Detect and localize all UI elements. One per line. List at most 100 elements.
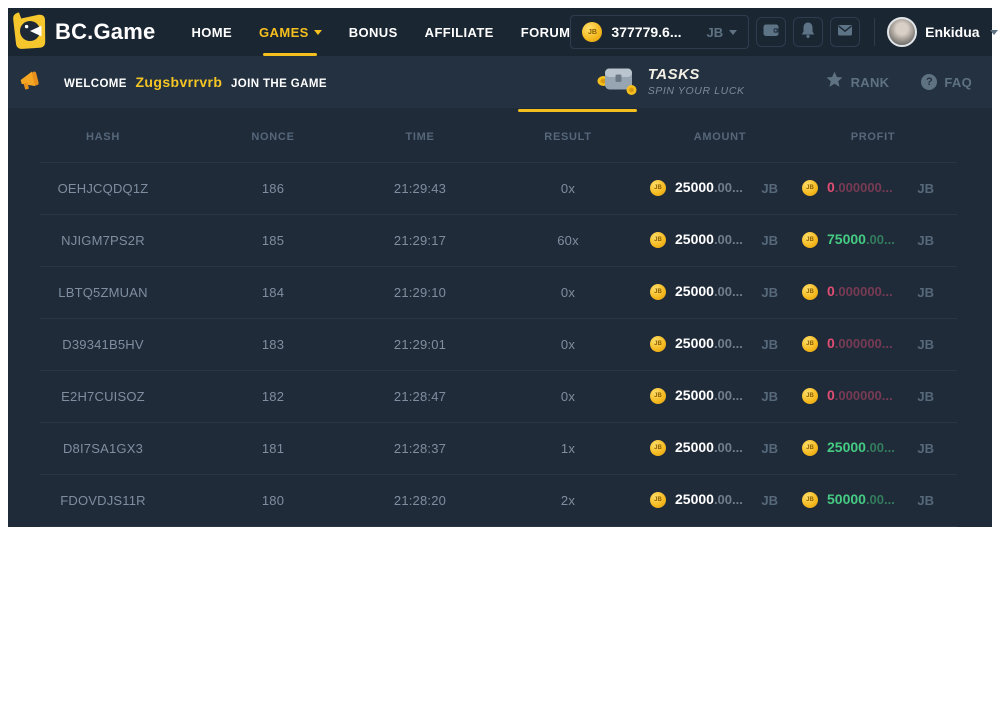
wallet-icon (761, 20, 781, 45)
banner-actions: TASKS SPIN YOUR LUCK RANK ? FAQ (596, 63, 978, 102)
nav-item-games[interactable]: GAMES (259, 8, 322, 56)
amount-value: 25000.00... (675, 283, 743, 301)
amount-value: 25000.00... (675, 387, 743, 405)
time-cell: 21:28:47 (348, 389, 492, 404)
balance-selector[interactable]: JB 377779.6... JB (570, 15, 749, 49)
top-nav: BC.Game HOME GAMES BONUS AFFILIATE FORUM… (8, 8, 992, 56)
profit-value: 25000.00... (827, 439, 895, 457)
tasks-title: TASKS (648, 66, 745, 85)
nav-item-games-label: GAMES (259, 25, 309, 40)
amount-main: 25000 (675, 231, 714, 247)
jb-coin-label: JB (654, 341, 662, 347)
amount-main: 25000 (675, 491, 714, 507)
jb-coin-icon: JB (802, 492, 818, 508)
jb-coin-label: JB (806, 237, 814, 243)
jb-coin-label: JB (654, 445, 662, 451)
nonce-cell: 180 (198, 493, 348, 508)
amount-main: 25000 (675, 179, 714, 195)
amount-main: 25000 (675, 439, 714, 455)
jb-coin-icon: JB (802, 440, 818, 456)
treasure-chest-icon (596, 63, 638, 102)
jb-coin-icon: JB (802, 336, 818, 352)
table-row[interactable]: NJIGM7PS2R 185 21:29:17 60x JB 25000.00.… (8, 214, 992, 266)
profit-main: 0 (827, 387, 835, 403)
table-rows: OEHJCQDQ1Z 186 21:29:43 0x JB 25000.00..… (8, 162, 992, 527)
jb-coin-icon: JB (650, 232, 666, 248)
welcome-username: Zugsbvrrvrb (135, 74, 222, 90)
user-menu[interactable]: Enkidua (887, 17, 997, 47)
nav-item-bonus[interactable]: BONUS (349, 8, 398, 56)
jb-coin-icon: JB (802, 180, 818, 196)
header-profit: PROFIT (796, 131, 992, 143)
hash-cell: OEHJCQDQ1Z (8, 181, 198, 196)
profit-cell: JB 0.000000... JB (796, 335, 992, 353)
profit-value: 0.000000... (827, 387, 893, 405)
amount-cell: JB 25000.00... JB (644, 335, 796, 353)
nav-item-home[interactable]: HOME (191, 8, 232, 56)
profit-cell: JB 0.000000... JB (796, 179, 992, 197)
nav-item-affiliate[interactable]: AFFILIATE (425, 8, 494, 56)
amount-currency: JB (761, 285, 778, 300)
header-hash: HASH (8, 131, 198, 143)
profit-currency: JB (917, 389, 934, 404)
nonce-cell: 185 (198, 233, 348, 248)
nonce-cell: 181 (198, 441, 348, 456)
tasks-text: TASKS SPIN YOUR LUCK (648, 66, 745, 98)
profit-decimals: .00... (866, 492, 895, 507)
amount-decimals: .00... (714, 492, 743, 507)
profit-cell: JB 75000.00... JB (796, 231, 992, 249)
jb-coin-label: JB (654, 289, 662, 295)
brand-logo[interactable]: BC.Game (12, 11, 155, 54)
faq-label: FAQ (944, 75, 972, 90)
amount-decimals: .00... (714, 336, 743, 351)
profit-cell: JB 0.000000... JB (796, 387, 992, 405)
table-row[interactable]: E2H7CUISOZ 182 21:28:47 0x JB 25000.00..… (8, 370, 992, 422)
nav-item-forum[interactable]: FORUM (521, 8, 571, 56)
profit-decimals: .000000... (835, 284, 893, 299)
profit-value: 0.000000... (827, 179, 893, 197)
profit-main: 0 (827, 283, 835, 299)
active-table-tab-indicator (518, 109, 637, 112)
table-row[interactable]: D39341B5HV 183 21:29:01 0x JB 25000.00..… (8, 318, 992, 370)
jb-coin-icon: JB (802, 284, 818, 300)
hash-cell: NJIGM7PS2R (8, 233, 198, 248)
result-cell: 1x (492, 441, 644, 456)
profit-cell: JB 25000.00... JB (796, 439, 992, 457)
table-row[interactable]: FDOVDJS11R 180 21:28:20 2x JB 25000.00..… (8, 474, 992, 526)
chevron-down-icon (990, 30, 998, 35)
hash-cell: E2H7CUISOZ (8, 389, 198, 404)
rank-button[interactable]: RANK (825, 70, 890, 94)
hash-cell: LBTQ5ZMUAN (8, 285, 198, 300)
faq-button[interactable]: ? FAQ (921, 74, 972, 90)
nav-divider (874, 18, 875, 46)
currency-dropdown[interactable]: JB (706, 25, 737, 40)
megaphone-icon (18, 68, 44, 97)
amount-value: 25000.00... (675, 335, 743, 353)
tasks-widget[interactable]: TASKS SPIN YOUR LUCK (596, 63, 745, 102)
table-row[interactable]: LBTQ5ZMUAN 184 21:29:10 0x JB 25000.00..… (8, 266, 992, 318)
main-menu: HOME GAMES BONUS AFFILIATE FORUM (191, 8, 570, 56)
jb-coin-icon: JB (582, 22, 602, 42)
messages-button[interactable] (830, 17, 860, 47)
jb-coin-label: JB (654, 185, 662, 191)
profit-decimals: .000000... (835, 388, 893, 403)
profit-decimals: .00... (866, 232, 895, 247)
profit-decimals: .00... (866, 440, 895, 455)
profit-decimals: .000000... (835, 336, 893, 351)
wallet-button[interactable] (756, 17, 786, 47)
hash-cell: D39341B5HV (8, 337, 198, 352)
envelope-icon (835, 20, 855, 45)
profit-currency: JB (917, 233, 934, 248)
header-time: TIME (348, 131, 492, 143)
table-header-row: HASH NONCE TIME RESULT AMOUNT PROFIT (8, 112, 992, 162)
table-row[interactable]: D8I7SA1GX3 181 21:28:37 1x JB 25000.00..… (8, 422, 992, 474)
amount-main: 25000 (675, 387, 714, 403)
profit-value: 50000.00... (827, 491, 895, 509)
amount-value: 25000.00... (675, 231, 743, 249)
table-row[interactable]: OEHJCQDQ1Z 186 21:29:43 0x JB 25000.00..… (8, 162, 992, 214)
jb-coin-label: JB (806, 341, 814, 347)
result-cell: 0x (492, 181, 644, 196)
header-nonce: NONCE (198, 131, 348, 143)
notifications-button[interactable] (793, 17, 823, 47)
amount-main: 25000 (675, 283, 714, 299)
